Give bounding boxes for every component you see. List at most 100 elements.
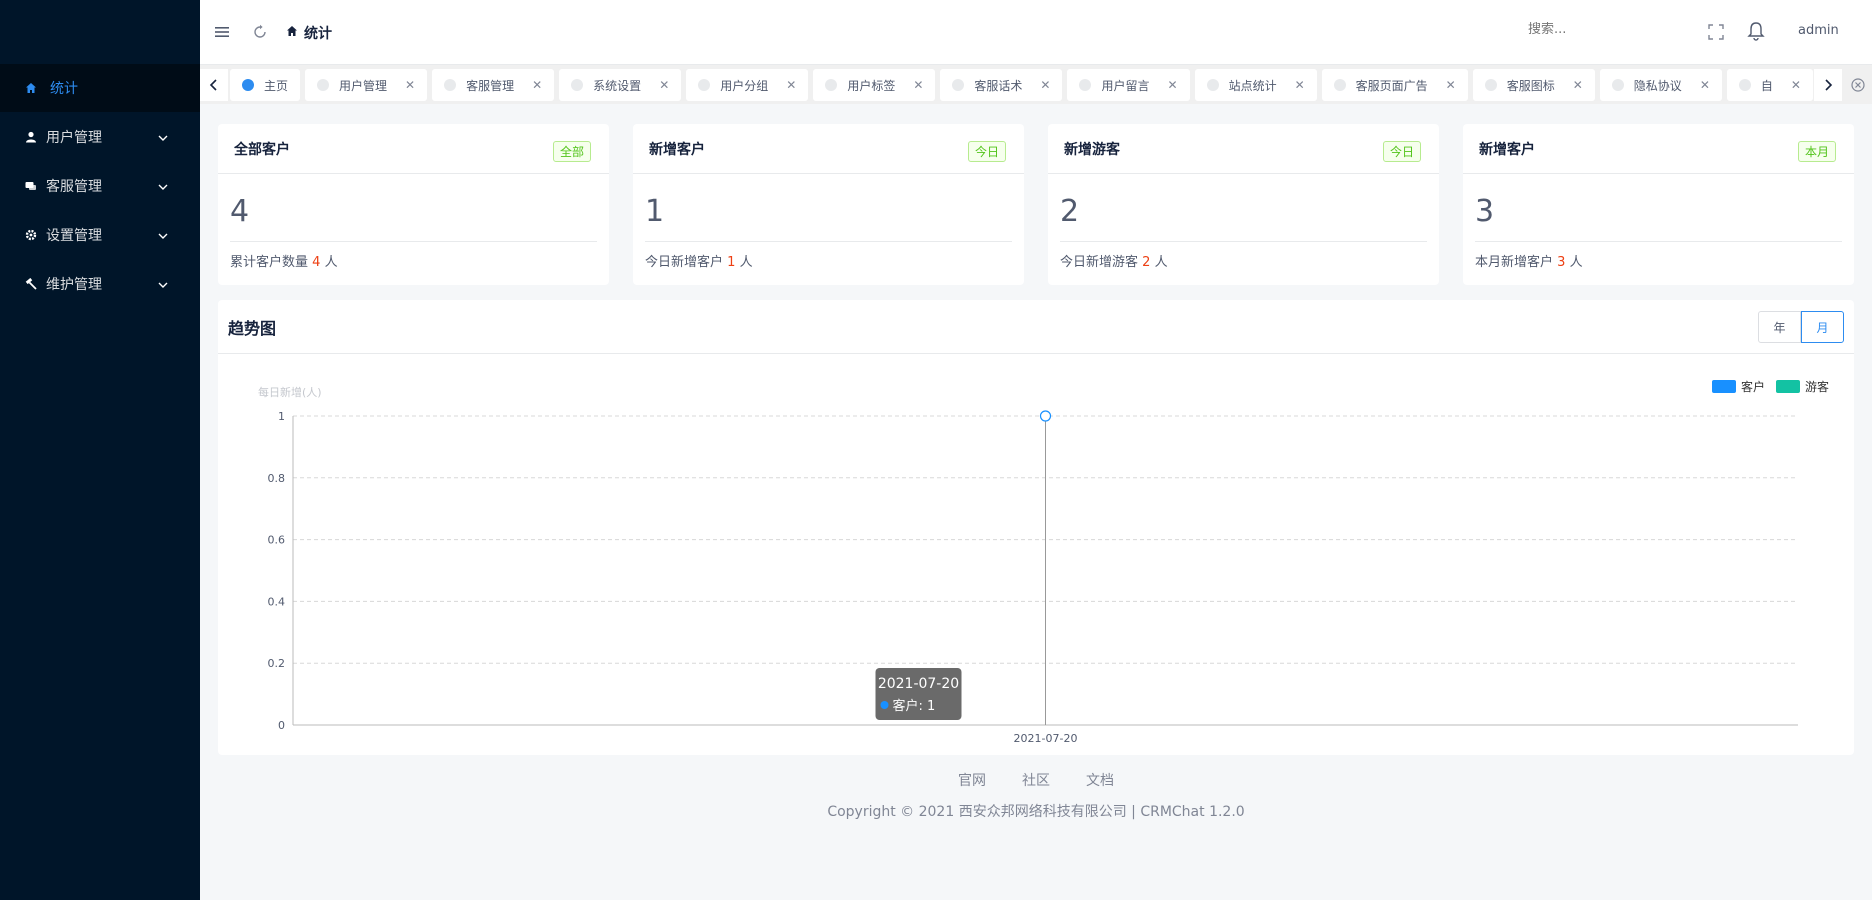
tab-item[interactable]: 客服话术 ✕	[940, 69, 1063, 101]
card-tag: 今日	[967, 141, 1006, 162]
logo-area	[0, 0, 200, 64]
period-month-button[interactable]: 月	[1801, 311, 1844, 343]
tab-item[interactable]: 用户分组 ✕	[686, 69, 809, 101]
stat-cards: 全部客户 全部 4 累计客户数量 4 人 新增客户 今日 1 今日新增客户 1 …	[218, 124, 1854, 285]
sidebar-item-service-management[interactable]: 客服管理	[0, 161, 200, 210]
sidebar-item-label: 统计	[50, 81, 78, 97]
sidebar-item-label: 维护管理	[46, 276, 102, 293]
hammer-icon	[24, 277, 38, 291]
chevron-down-icon	[158, 130, 168, 146]
tab-item[interactable]: 站点统计 ✕	[1194, 69, 1317, 101]
breadcrumb: 统计	[286, 23, 332, 43]
close-icon[interactable]: ✕	[659, 78, 669, 92]
footer-link-docs[interactable]: 文档	[1086, 770, 1114, 790]
close-icon[interactable]: ✕	[1168, 78, 1178, 92]
tab-label: 系统设置	[593, 78, 642, 93]
refresh-icon[interactable]	[250, 22, 270, 42]
legend-label: 客户	[1741, 379, 1765, 394]
tab-status-dot	[1484, 79, 1497, 91]
user-icon	[24, 130, 38, 144]
tab-status-dot	[952, 79, 965, 91]
close-icon[interactable]: ✕	[1446, 78, 1456, 92]
card-tag: 本月	[1797, 141, 1836, 162]
footer-link-community[interactable]: 社区	[1022, 770, 1050, 790]
y-tick-label: 1	[278, 410, 285, 423]
card-footer-unit: 人	[1569, 255, 1583, 270]
sidebar-item-statistics[interactable]: 统计	[0, 64, 200, 112]
search-input[interactable]	[1528, 22, 1668, 37]
tab-label: 用户分组	[720, 78, 769, 93]
sidebar-item-maintenance-management[interactable]: 维护管理	[0, 259, 200, 308]
card-tag: 今日	[1382, 141, 1421, 162]
tab-item[interactable]: 用户标签 ✕	[813, 69, 936, 101]
card-footer-number: 2	[1142, 255, 1151, 270]
tab-status-dot	[1333, 79, 1346, 91]
copyright: Copyright © 2021 西安众邦网络科技有限公司 | CRMChat …	[827, 804, 1245, 820]
card-value: 1	[645, 194, 665, 229]
card-footer-unit: 人	[739, 255, 753, 270]
card-footer-text: 今日新增游客	[1060, 255, 1139, 270]
tab-item[interactable]: 用户管理 ✕	[305, 69, 428, 101]
tab-item[interactable]: 客服图标 ✕	[1472, 69, 1595, 101]
close-icon[interactable]: ✕	[532, 78, 542, 92]
sidebar-item-settings-management[interactable]: 设置管理	[0, 210, 200, 259]
chevron-down-icon	[158, 179, 168, 195]
period-year-button[interactable]: 年	[1758, 311, 1801, 343]
stat-card-new-visitors-today: 新增游客 今日 2 今日新增游客 2 人	[1048, 124, 1439, 285]
tab-label: 主页	[264, 78, 289, 93]
tab-label: 站点统计	[1228, 78, 1277, 93]
legend-swatch	[1776, 380, 1800, 393]
tabs-scroll-left-icon[interactable]	[200, 69, 228, 101]
tab-status-dot	[1206, 79, 1219, 91]
tooltip-value: 客户: 1	[893, 698, 936, 714]
tab-item[interactable]: 隐私协议 ✕	[1599, 69, 1722, 101]
tab-item[interactable]: 自 ✕	[1726, 69, 1813, 101]
close-icon[interactable]: ✕	[1573, 78, 1583, 92]
bell-icon[interactable]	[1746, 21, 1766, 41]
tab-item[interactable]: 客服页面广告 ✕	[1321, 69, 1468, 101]
page-footer: 官网 社区 文档 Copyright © 2021 西安众邦网络科技有限公司 |…	[200, 770, 1872, 821]
card-footer-text: 本月新增客户	[1475, 255, 1554, 270]
trend-title: 趋势图	[218, 300, 1854, 354]
tab-status-dot	[242, 79, 254, 91]
close-icon[interactable]: ✕	[913, 78, 923, 92]
home-icon	[24, 81, 38, 95]
fullscreen-icon[interactable]	[1706, 22, 1726, 42]
tab-status-dot	[317, 79, 330, 91]
trend-panel: 趋势图 年 月 每日新增(人) 0 0.2 0.4 0.6 0.8 1 2021-07-20 客…	[218, 300, 1854, 755]
tabs-scroll-right-icon[interactable]	[1814, 69, 1842, 101]
y-tick-label: 0.8	[268, 472, 286, 485]
close-icon[interactable]: ✕	[1700, 78, 1710, 92]
tab-item[interactable]: 系统设置 ✕	[559, 69, 682, 101]
close-icon[interactable]: ✕	[1791, 78, 1801, 92]
sidebar-item-user-management[interactable]: 用户管理	[0, 112, 200, 161]
close-all-tabs-icon[interactable]	[1844, 69, 1872, 101]
card-footer-number: 1	[727, 255, 736, 270]
legend-label: 游客	[1805, 379, 1829, 394]
breadcrumb-current: 统计	[304, 26, 332, 42]
stat-card-new-customers-month: 新增客户 本月 3 本月新增客户 3 人	[1463, 124, 1854, 285]
close-icon[interactable]: ✕	[405, 78, 415, 92]
tab-item[interactable]: 主页	[230, 69, 301, 101]
x-tick-label: 2021-07-20	[1014, 732, 1078, 745]
tab-status-dot	[698, 79, 711, 91]
close-icon[interactable]: ✕	[1040, 78, 1050, 92]
user-menu[interactable]: admin	[1798, 23, 1839, 38]
menu-toggle-icon[interactable]	[212, 22, 232, 42]
gear-icon	[24, 228, 38, 242]
card-title: 全部客户	[218, 124, 609, 174]
footer-link-official-site[interactable]: 官网	[958, 770, 986, 790]
y-tick-label: 0.6	[268, 534, 286, 547]
sidebar: 统计 用户管理 客服管理 设置管理 维护管理	[0, 0, 200, 900]
home-icon	[286, 25, 298, 41]
card-footer-text: 累计客户数量	[230, 255, 309, 270]
close-icon[interactable]: ✕	[786, 78, 796, 92]
card-title: 新增客户	[1463, 124, 1854, 174]
card-footer-number: 4	[312, 255, 321, 270]
chevron-down-icon	[158, 277, 168, 293]
tab-label: 用户留言	[1101, 78, 1150, 93]
tab-item[interactable]: 用户留言 ✕	[1067, 69, 1190, 101]
close-icon[interactable]: ✕	[1295, 78, 1305, 92]
chat-icon	[24, 179, 38, 193]
tab-item[interactable]: 客服管理 ✕	[432, 69, 555, 101]
